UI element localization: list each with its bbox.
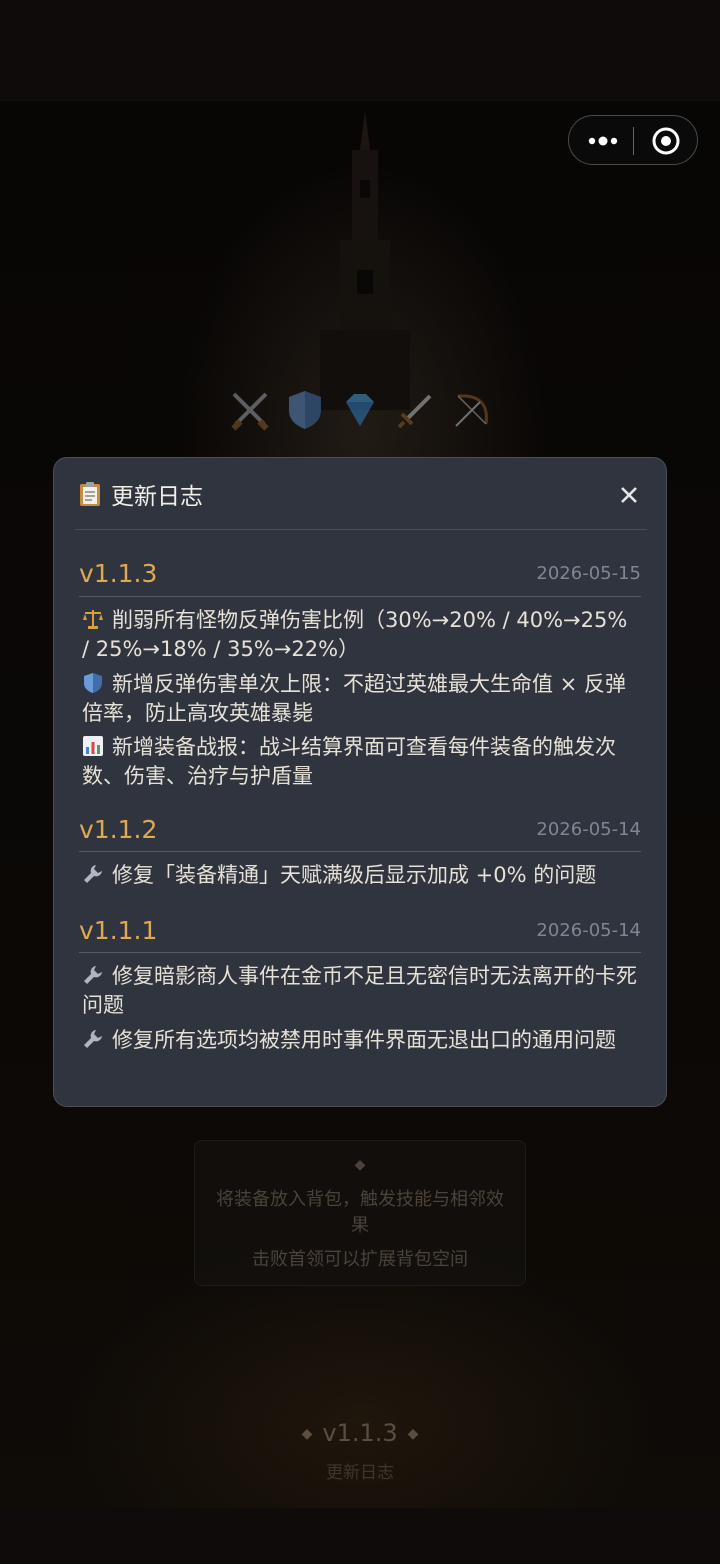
wrench-icon (84, 966, 102, 984)
version-divider (79, 851, 641, 852)
bar-chart-icon (83, 736, 103, 756)
tip-text-primary: 将装备放入背包，触发技能与相邻效果 (216, 1189, 504, 1236)
wrench-icon (84, 1030, 102, 1048)
status-bar-area (0, 0, 720, 101)
capsule-divider (633, 127, 634, 155)
entry-text: 修复所有选项均被禁用时事件界面无退出口的通用问题 (112, 1028, 616, 1052)
shield-icon (84, 673, 102, 693)
version-header: v1.1.3 2026-05-15 (79, 559, 641, 589)
version-divider (79, 952, 641, 953)
bottom-safe-area (0, 1508, 720, 1564)
changelog-modal: 更新日志 v1.1.3 2026-05-15 削弱所有怪物反弹伤害比例（30%→… (53, 457, 667, 1107)
balance-scale-icon (83, 610, 103, 629)
entry-text: 修复暗影商人事件在金币不足且无密信时无法离开的卡死问题 (82, 964, 637, 1017)
castle-tower-image (320, 110, 410, 410)
version-number: v1.1.3 (79, 559, 158, 588)
screen: ◆ 将装备放入背包，触发技能与相邻效果 击败首领可以扩展背包空间 ◆ v1.1.3… (0, 0, 720, 1564)
wrench-icon (84, 865, 102, 883)
version-date: 2026-05-14 (536, 819, 641, 840)
version-header: v1.1.1 2026-05-14 (79, 916, 641, 946)
tip-box: ◆ 将装备放入背包，触发技能与相邻效果 击败首领可以扩展背包空间 (194, 1140, 526, 1286)
changelog-entry: 削弱所有怪物反弹伤害比例（30%→20% / 40%→25% / 25%→18%… (82, 606, 638, 664)
tip-diamond-icon: ◆ (354, 1157, 366, 1173)
changelog-entry: 新增装备战报：战斗结算界面可查看每件装备的触发次数、伤害、治疗与护盾量 (82, 733, 638, 791)
diamond-icon (346, 394, 374, 426)
version-header: v1.1.2 2026-05-14 (79, 815, 641, 845)
header-divider (75, 529, 647, 530)
target-icon[interactable] (651, 126, 681, 156)
version-date: 2026-05-14 (536, 920, 641, 941)
version-divider (79, 596, 641, 597)
changelog-link[interactable]: 更新日志 (0, 1458, 720, 1483)
version-number: v1.1.1 (79, 916, 158, 945)
modal-title: 更新日志 (111, 484, 203, 510)
more-dots-icon[interactable] (585, 128, 621, 154)
tip-text-secondary: 击败首领可以扩展背包空间 (252, 1249, 468, 1270)
changelog-entry: 修复所有选项均被禁用时事件界面无退出口的通用问题 (82, 1026, 638, 1055)
version-date: 2026-05-15 (536, 563, 641, 584)
dagger-icon (397, 394, 432, 429)
diamond-icon: ◆ (407, 1426, 419, 1442)
diamond-icon: ◆ (301, 1426, 313, 1442)
close-icon[interactable] (618, 484, 640, 506)
changelog-entry: 修复「装备精通」天赋满级后显示加成 +0% 的问题 (82, 861, 638, 890)
entry-text: 削弱所有怪物反弹伤害比例（30%→20% / 40%→25% / 25%→18%… (82, 608, 628, 661)
modal-header: 更新日志 (78, 478, 203, 510)
clipboard-icon (80, 482, 100, 506)
changelog-entry: 新增反弹伤害单次上限：不超过英雄最大生命值 × 反弹倍率，防止高攻英雄暴毙 (82, 670, 638, 728)
changelog-entry: 修复暗影商人事件在金币不足且无密信时无法离开的卡死问题 (82, 962, 638, 1020)
entry-text: 新增装备战报：战斗结算界面可查看每件装备的触发次数、伤害、治疗与护盾量 (82, 735, 616, 788)
entry-text: 修复「装备精通」天赋满级后显示加成 +0% 的问题 (112, 863, 597, 887)
footer-version: ◆ v1.1.3 ◆ (0, 1419, 720, 1447)
miniprogram-capsule (568, 115, 698, 165)
bow-icon (455, 394, 488, 427)
shield-icon (289, 391, 321, 429)
footer-version-label: v1.1.3 (322, 1419, 398, 1447)
version-number: v1.1.2 (79, 815, 158, 844)
crossed-swords-icon (231, 392, 269, 431)
entry-text: 新增反弹伤害单次上限：不超过英雄最大生命值 × 反弹倍率，防止高攻英雄暴毙 (82, 672, 626, 725)
